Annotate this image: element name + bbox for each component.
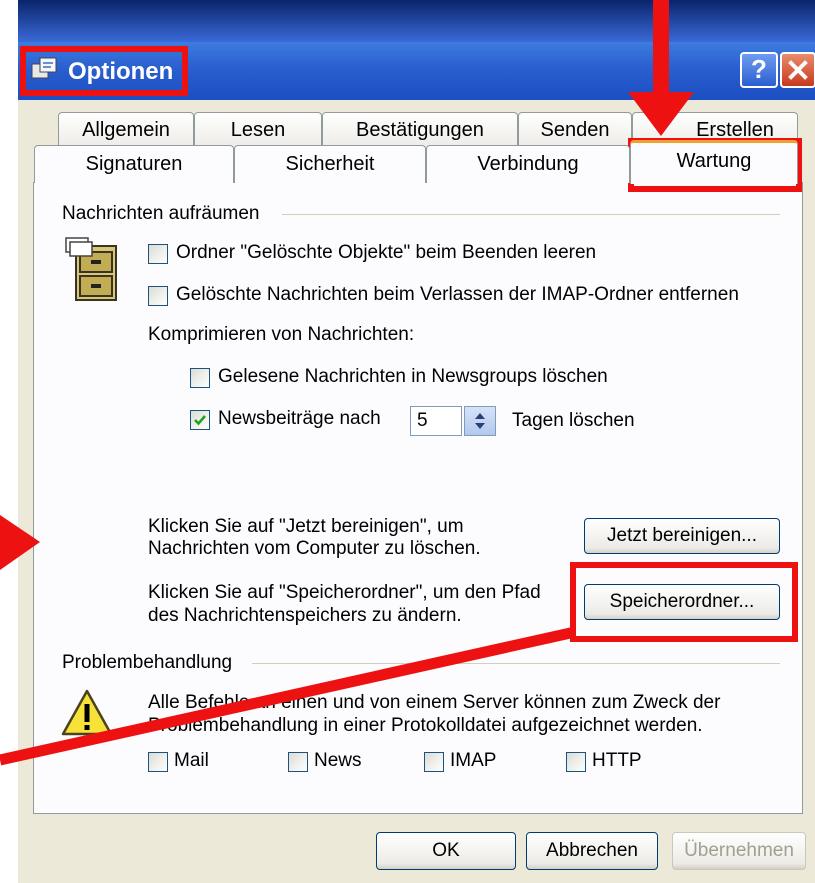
arrow-down-head xyxy=(628,92,694,136)
tab-verbindung[interactable]: Verbindung xyxy=(426,145,630,183)
arrow-left-head xyxy=(0,515,40,570)
arrow-diagonal-line xyxy=(0,626,577,766)
tab-sicherheit[interactable]: Sicherheit xyxy=(234,145,426,183)
tab-signaturen[interactable]: Signaturen xyxy=(34,145,234,183)
annotation-arrows xyxy=(0,0,694,766)
tab-wartung[interactable]: Wartung xyxy=(630,140,798,184)
